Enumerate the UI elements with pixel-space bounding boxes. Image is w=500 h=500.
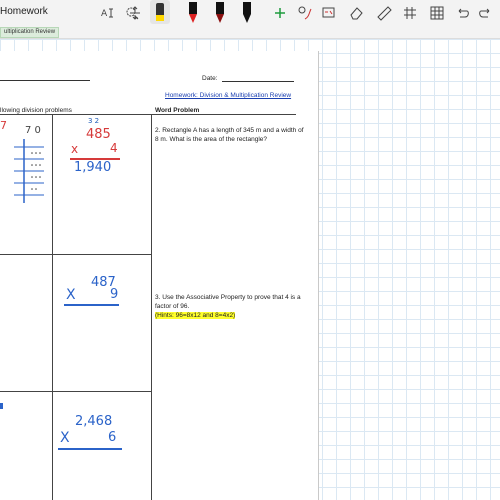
undo-icon[interactable] (454, 0, 470, 26)
ink-bottom-multiplier: 6 (108, 430, 117, 445)
grid-icon-2[interactable] (428, 0, 446, 26)
redo-icon[interactable] (478, 0, 494, 26)
date-label: Date: (202, 75, 218, 82)
highlighter-icon[interactable] (150, 0, 170, 24)
ink-mid-multiplier: 9 (110, 287, 119, 302)
word-problem-2: 2. Rectangle A has a length of 345 m and… (155, 127, 304, 143)
toolbar: Homework A (0, 0, 500, 26)
ink-top-answer: 1,940 (74, 160, 112, 175)
ink-bottom-number: 2,468 (75, 414, 113, 429)
row-divider-1 (0, 254, 152, 255)
add-pen-icon[interactable] (273, 0, 287, 26)
date-line (222, 81, 294, 82)
eraser-icon[interactable] (347, 0, 365, 26)
word-problem-3-hint: (Hints: 96=8x12 and 8=4x2) (155, 312, 236, 319)
pen-red-icon[interactable] (185, 0, 201, 26)
ink-division-work (14, 139, 44, 203)
word-problem-3: 3. Use the Associative Property to prove… (155, 293, 305, 320)
insert-space-icon[interactable] (127, 0, 143, 26)
table-divider-1 (52, 114, 53, 500)
pen-dark-red-icon[interactable] (212, 0, 228, 26)
ink-red-7: 7 (0, 119, 7, 132)
ink-top-x: x (71, 142, 79, 156)
app-title: Homework (0, 6, 48, 17)
row-divider-2 (0, 391, 152, 392)
ink-mid-rule (64, 304, 119, 306)
ruler-icon[interactable] (375, 0, 393, 26)
ink-edge-mark (0, 403, 3, 409)
ink-top-number: 485 (86, 127, 111, 142)
ink-to-math-icon[interactable] (320, 0, 338, 26)
tab-multiplication-review[interactable]: ultiplication Review (0, 27, 60, 38)
section-tabs: ultiplication Review (0, 26, 500, 39)
ink-bottom-x: X (60, 430, 70, 446)
ink-top-multiplier: 4 (110, 141, 118, 155)
name-line (0, 80, 90, 81)
col-left-header: llowing division problems (0, 107, 72, 114)
pen-black-icon[interactable] (239, 0, 255, 26)
svg-text:A: A (101, 9, 108, 19)
text-select-icon[interactable]: A (100, 0, 116, 26)
grid-icon[interactable] (401, 0, 419, 26)
worksheet: Date: Homework: Division & Multiplicatio… (0, 51, 319, 500)
ink-div-number: 7 0 (25, 125, 41, 136)
worksheet-title: Homework: Division & Multiplication Revi… (165, 92, 292, 99)
ink-carry: 3 2 (88, 117, 100, 125)
ink-to-shape-icon[interactable] (296, 0, 314, 26)
word-problem-3-text: 3. Use the Associative Property to prove… (155, 294, 301, 310)
ink-mid-x: X (66, 287, 76, 303)
col-right-header: Word Problem (155, 107, 200, 114)
table-rule (0, 114, 296, 115)
ink-bottom-rule (58, 448, 122, 450)
table-divider-2 (151, 114, 152, 500)
